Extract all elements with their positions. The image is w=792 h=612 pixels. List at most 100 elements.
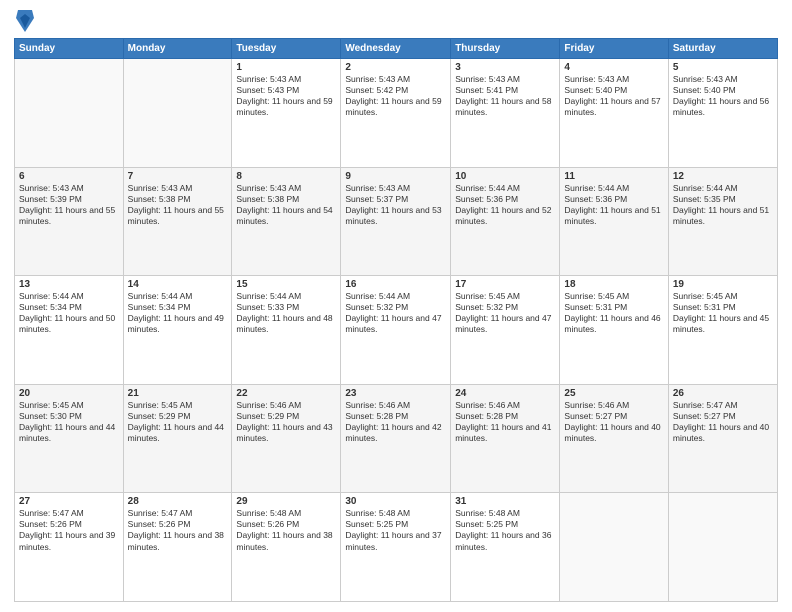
sunset-text: Sunset: 5:37 PM xyxy=(345,194,408,204)
day-number: 12 xyxy=(673,171,773,182)
day-number: 20 xyxy=(19,388,119,399)
calendar-cell: 30 Sunrise: 5:48 AM Sunset: 5:25 PM Dayl… xyxy=(341,493,451,602)
calendar-cell: 1 Sunrise: 5:43 AM Sunset: 5:43 PM Dayli… xyxy=(232,59,341,168)
calendar-cell: 25 Sunrise: 5:46 AM Sunset: 5:27 PM Dayl… xyxy=(560,384,668,493)
sunrise-text: Sunrise: 5:43 AM xyxy=(236,183,301,193)
day-info: Sunrise: 5:46 AM Sunset: 5:28 PM Dayligh… xyxy=(455,400,555,444)
sunset-text: Sunset: 5:25 PM xyxy=(345,519,408,529)
calendar-cell: 14 Sunrise: 5:44 AM Sunset: 5:34 PM Dayl… xyxy=(123,276,232,385)
day-number: 10 xyxy=(455,171,555,182)
weekday-header-saturday: Saturday xyxy=(668,39,777,59)
week-row-2: 6 Sunrise: 5:43 AM Sunset: 5:39 PM Dayli… xyxy=(15,167,778,276)
calendar-table: SundayMondayTuesdayWednesdayThursdayFrid… xyxy=(14,38,778,602)
sunset-text: Sunset: 5:25 PM xyxy=(455,519,518,529)
daylight-text: Daylight: 11 hours and 38 minutes. xyxy=(128,530,224,551)
day-info: Sunrise: 5:46 AM Sunset: 5:29 PM Dayligh… xyxy=(236,400,336,444)
day-number: 19 xyxy=(673,279,773,290)
day-info: Sunrise: 5:44 AM Sunset: 5:33 PM Dayligh… xyxy=(236,291,336,335)
day-info: Sunrise: 5:47 AM Sunset: 5:27 PM Dayligh… xyxy=(673,400,773,444)
calendar-cell: 17 Sunrise: 5:45 AM Sunset: 5:32 PM Dayl… xyxy=(451,276,560,385)
calendar-cell: 11 Sunrise: 5:44 AM Sunset: 5:36 PM Dayl… xyxy=(560,167,668,276)
sunset-text: Sunset: 5:32 PM xyxy=(455,302,518,312)
sunrise-text: Sunrise: 5:44 AM xyxy=(19,291,84,301)
calendar-cell: 3 Sunrise: 5:43 AM Sunset: 5:41 PM Dayli… xyxy=(451,59,560,168)
weekday-header-monday: Monday xyxy=(123,39,232,59)
weekday-header-sunday: Sunday xyxy=(15,39,124,59)
calendar-cell: 29 Sunrise: 5:48 AM Sunset: 5:26 PM Dayl… xyxy=(232,493,341,602)
sunrise-text: Sunrise: 5:44 AM xyxy=(673,183,738,193)
day-number: 7 xyxy=(128,171,228,182)
day-info: Sunrise: 5:48 AM Sunset: 5:25 PM Dayligh… xyxy=(455,508,555,552)
sunset-text: Sunset: 5:40 PM xyxy=(673,85,736,95)
sunrise-text: Sunrise: 5:43 AM xyxy=(345,74,410,84)
daylight-text: Daylight: 11 hours and 53 minutes. xyxy=(345,205,441,226)
logo xyxy=(14,14,34,32)
calendar-cell: 18 Sunrise: 5:45 AM Sunset: 5:31 PM Dayl… xyxy=(560,276,668,385)
day-info: Sunrise: 5:44 AM Sunset: 5:35 PM Dayligh… xyxy=(673,183,773,227)
calendar-cell xyxy=(123,59,232,168)
calendar-cell: 21 Sunrise: 5:45 AM Sunset: 5:29 PM Dayl… xyxy=(123,384,232,493)
sunrise-text: Sunrise: 5:44 AM xyxy=(236,291,301,301)
daylight-text: Daylight: 11 hours and 50 minutes. xyxy=(19,313,115,334)
sunrise-text: Sunrise: 5:46 AM xyxy=(345,400,410,410)
day-info: Sunrise: 5:44 AM Sunset: 5:32 PM Dayligh… xyxy=(345,291,446,335)
day-info: Sunrise: 5:43 AM Sunset: 5:43 PM Dayligh… xyxy=(236,74,336,118)
daylight-text: Daylight: 11 hours and 55 minutes. xyxy=(128,205,224,226)
sunset-text: Sunset: 5:26 PM xyxy=(128,519,191,529)
calendar-cell: 5 Sunrise: 5:43 AM Sunset: 5:40 PM Dayli… xyxy=(668,59,777,168)
sunrise-text: Sunrise: 5:43 AM xyxy=(345,183,410,193)
day-info: Sunrise: 5:43 AM Sunset: 5:41 PM Dayligh… xyxy=(455,74,555,118)
calendar-cell xyxy=(560,493,668,602)
sunset-text: Sunset: 5:34 PM xyxy=(19,302,82,312)
daylight-text: Daylight: 11 hours and 45 minutes. xyxy=(673,313,769,334)
day-number: 3 xyxy=(455,62,555,73)
sunrise-text: Sunrise: 5:45 AM xyxy=(19,400,84,410)
day-number: 4 xyxy=(564,62,663,73)
sunset-text: Sunset: 5:31 PM xyxy=(564,302,627,312)
day-info: Sunrise: 5:47 AM Sunset: 5:26 PM Dayligh… xyxy=(128,508,228,552)
sunset-text: Sunset: 5:30 PM xyxy=(19,411,82,421)
day-number: 27 xyxy=(19,496,119,507)
calendar-cell: 26 Sunrise: 5:47 AM Sunset: 5:27 PM Dayl… xyxy=(668,384,777,493)
day-info: Sunrise: 5:43 AM Sunset: 5:37 PM Dayligh… xyxy=(345,183,446,227)
calendar-cell: 24 Sunrise: 5:46 AM Sunset: 5:28 PM Dayl… xyxy=(451,384,560,493)
daylight-text: Daylight: 11 hours and 40 minutes. xyxy=(564,422,660,443)
daylight-text: Daylight: 11 hours and 51 minutes. xyxy=(564,205,660,226)
day-number: 29 xyxy=(236,496,336,507)
calendar-cell: 2 Sunrise: 5:43 AM Sunset: 5:42 PM Dayli… xyxy=(341,59,451,168)
daylight-text: Daylight: 11 hours and 42 minutes. xyxy=(345,422,441,443)
sunrise-text: Sunrise: 5:43 AM xyxy=(673,74,738,84)
calendar-cell: 28 Sunrise: 5:47 AM Sunset: 5:26 PM Dayl… xyxy=(123,493,232,602)
daylight-text: Daylight: 11 hours and 38 minutes. xyxy=(236,530,332,551)
day-number: 30 xyxy=(345,496,446,507)
day-info: Sunrise: 5:45 AM Sunset: 5:32 PM Dayligh… xyxy=(455,291,555,335)
sunset-text: Sunset: 5:29 PM xyxy=(236,411,299,421)
sunset-text: Sunset: 5:31 PM xyxy=(673,302,736,312)
week-row-1: 1 Sunrise: 5:43 AM Sunset: 5:43 PM Dayli… xyxy=(15,59,778,168)
daylight-text: Daylight: 11 hours and 55 minutes. xyxy=(19,205,115,226)
calendar-cell: 27 Sunrise: 5:47 AM Sunset: 5:26 PM Dayl… xyxy=(15,493,124,602)
calendar-cell: 6 Sunrise: 5:43 AM Sunset: 5:39 PM Dayli… xyxy=(15,167,124,276)
daylight-text: Daylight: 11 hours and 52 minutes. xyxy=(455,205,551,226)
sunset-text: Sunset: 5:35 PM xyxy=(673,194,736,204)
day-info: Sunrise: 5:43 AM Sunset: 5:42 PM Dayligh… xyxy=(345,74,446,118)
day-number: 9 xyxy=(345,171,446,182)
daylight-text: Daylight: 11 hours and 43 minutes. xyxy=(236,422,332,443)
daylight-text: Daylight: 11 hours and 39 minutes. xyxy=(19,530,115,551)
sunrise-text: Sunrise: 5:46 AM xyxy=(564,400,629,410)
day-number: 5 xyxy=(673,62,773,73)
sunset-text: Sunset: 5:36 PM xyxy=(564,194,627,204)
day-number: 17 xyxy=(455,279,555,290)
daylight-text: Daylight: 11 hours and 40 minutes. xyxy=(673,422,769,443)
day-info: Sunrise: 5:44 AM Sunset: 5:36 PM Dayligh… xyxy=(455,183,555,227)
calendar-page: SundayMondayTuesdayWednesdayThursdayFrid… xyxy=(0,0,792,612)
day-number: 14 xyxy=(128,279,228,290)
logo-icon xyxy=(16,10,34,32)
daylight-text: Daylight: 11 hours and 47 minutes. xyxy=(455,313,551,334)
daylight-text: Daylight: 11 hours and 44 minutes. xyxy=(128,422,224,443)
sunrise-text: Sunrise: 5:43 AM xyxy=(564,74,629,84)
sunrise-text: Sunrise: 5:45 AM xyxy=(564,291,629,301)
day-info: Sunrise: 5:43 AM Sunset: 5:39 PM Dayligh… xyxy=(19,183,119,227)
calendar-cell: 16 Sunrise: 5:44 AM Sunset: 5:32 PM Dayl… xyxy=(341,276,451,385)
day-info: Sunrise: 5:45 AM Sunset: 5:29 PM Dayligh… xyxy=(128,400,228,444)
